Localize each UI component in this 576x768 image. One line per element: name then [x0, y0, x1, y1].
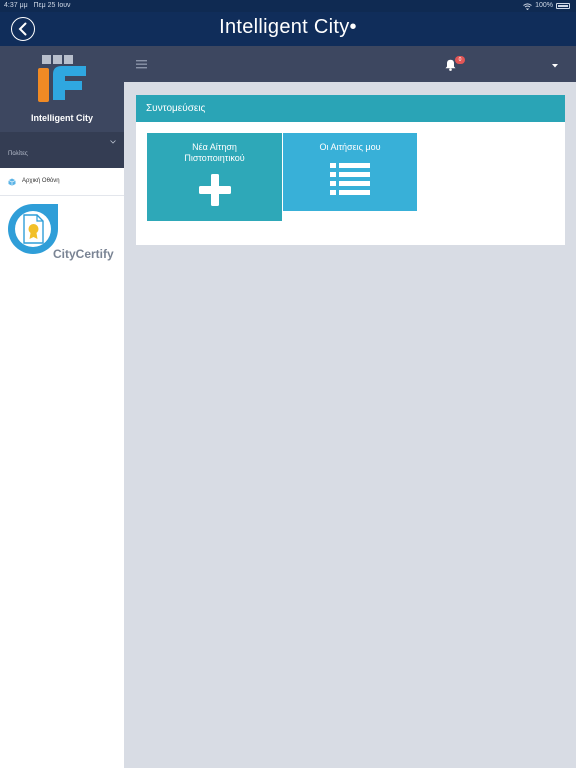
- status-bar: 4:37 μμ Πεμ 25 Ιουν 100%: [0, 0, 576, 12]
- chevron-down-icon: [110, 140, 116, 144]
- cube-icon: [8, 178, 16, 186]
- battery-icon: [556, 3, 570, 9]
- brand-name: Intelligent City: [30, 113, 93, 123]
- section-label: Πολίτες: [8, 151, 28, 157]
- sidebar-item-home[interactable]: Αρχική Οθόνη: [0, 169, 124, 196]
- tile-label: Νέα Αίτηση Πιστοποιητικού: [147, 142, 282, 164]
- app-title: Intelligent City•: [0, 16, 576, 39]
- app-title-text: Intelligent City: [219, 16, 350, 38]
- my-requests-tile[interactable]: Οι Αιτήσεις μου: [283, 133, 417, 211]
- tile-label: Οι Αιτήσεις μου: [319, 142, 381, 152]
- hamburger-menu-icon[interactable]: [136, 60, 147, 69]
- certificate-pin-icon: [8, 204, 58, 254]
- new-certificate-request-tile[interactable]: Νέα Αίτηση Πιστοποιητικού: [147, 133, 282, 221]
- caret-down-icon[interactable]: [552, 64, 558, 68]
- panel-header: Συντομεύσεις: [136, 95, 565, 122]
- citycertify-logo: CityCertify: [6, 202, 122, 266]
- status-time: 4:37 μμ: [4, 2, 28, 9]
- sidebar: Intelligent City Πολίτες Αρχική Οθόνη Ci…: [0, 46, 124, 768]
- certify-name: CityCertify: [53, 247, 114, 261]
- status-time-date: 4:37 μμ Πεμ 25 Ιουν: [4, 0, 71, 12]
- header-toolbar: 0: [124, 46, 576, 82]
- intelligent-city-logo: [38, 55, 86, 102]
- title-dot: •: [349, 16, 357, 38]
- status-date: Πεμ 25 Ιουν: [33, 2, 71, 9]
- list-icon: [330, 163, 370, 195]
- sidebar-item-label: Αρχική Οθόνη: [22, 178, 60, 184]
- notification-badge: 0: [455, 56, 465, 64]
- app-bar: Intelligent City•: [0, 12, 576, 46]
- battery-percent: 100%: [535, 2, 553, 9]
- sidebar-brand: Intelligent City: [0, 46, 124, 132]
- wifi-icon: [523, 2, 532, 10]
- status-right: 100%: [523, 0, 570, 12]
- sidebar-section-citizens[interactable]: Πολίτες: [0, 132, 124, 168]
- shortcuts-panel: Συντομεύσεις Νέα Αίτηση Πιστοποιητικού Ο…: [136, 95, 565, 245]
- plus-icon: [198, 174, 231, 206]
- tile-label-line2: Πιστοποιητικού: [184, 153, 245, 163]
- tile-label-line1: Νέα Αίτηση: [192, 142, 237, 152]
- panel-title: Συντομεύσεις: [146, 103, 206, 114]
